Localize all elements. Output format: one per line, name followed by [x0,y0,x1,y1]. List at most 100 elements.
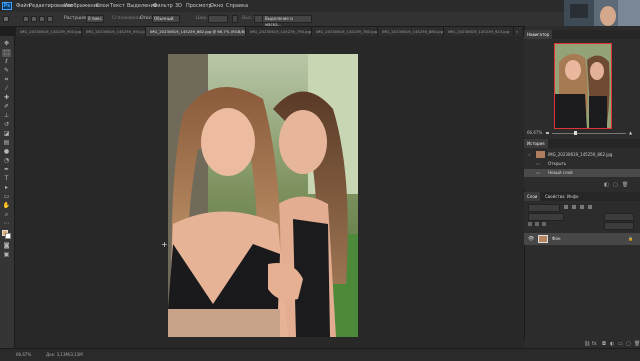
screen-mode-icon[interactable]: ▣ [2,251,11,259]
new-selection-icon[interactable] [23,16,29,22]
filter-pixel-icon[interactable] [564,205,568,209]
gradient-tool-icon[interactable]: ▤ [2,139,11,147]
tab-history[interactable]: История [524,139,548,148]
menu-file[interactable]: Файл [16,0,30,12]
menu-filter[interactable]: Фильтр [153,0,173,12]
brush-tool-icon[interactable]: ✐ [2,103,11,111]
status-zoom[interactable]: 66,67% [16,349,31,361]
new-group-icon[interactable]: ▭ [618,340,623,348]
eye-icon[interactable]: 👁 [528,233,534,245]
new-snapshot-icon[interactable]: ◧ [604,182,609,188]
quick-select-tool-icon[interactable]: ✎ [2,67,11,75]
crosshair-cursor-icon: + [161,240,168,249]
snapshot-brush-icon[interactable]: ✓ [528,150,531,159]
zoom-in-icon[interactable]: ▲ [629,129,632,137]
menu-3d[interactable]: 3D [175,0,182,12]
lock-icons [528,222,568,228]
blend-mode-select[interactable] [528,213,564,221]
lock-position-icon[interactable] [535,222,539,226]
menu-help[interactable]: Справка [226,0,248,12]
history-item-icon: ▭ [536,161,540,166]
adjustment-layer-icon[interactable]: ◐ [610,340,614,348]
quick-mask-icon[interactable]: ◙ [2,242,11,250]
menu-window[interactable]: Окно [210,0,223,12]
zoom-out-icon[interactable] [546,132,549,134]
marquee-tool-icon[interactable]: ⬚ [2,49,11,57]
navigator-panel-header: Навигатор [524,30,640,39]
opacity-input[interactable] [604,213,634,221]
fill-input[interactable] [604,222,634,230]
lasso-tool-icon[interactable]: ℓ [2,58,11,66]
more-tools-icon[interactable]: ⋯ [2,220,11,228]
lock-all-icon[interactable] [542,222,546,226]
tab-document-1[interactable]: IMG_20230619_145239_950.jpg [16,27,82,36]
shape-tool-icon[interactable]: ▭ [2,193,11,201]
document-image[interactable] [168,54,358,337]
path-select-tool-icon[interactable]: ▸ [2,184,11,192]
layer-filter-select[interactable] [528,204,560,212]
dodge-tool-icon[interactable]: ◔ [2,157,11,165]
tab-document-7[interactable]: IMG_20230619_145239_923.jpg [444,27,514,36]
filter-shape-icon[interactable] [588,205,592,209]
marquee-tool-icon[interactable] [3,16,9,22]
tab-document-5[interactable]: IMG_20230619_145239_780.jpg [312,27,378,36]
new-layer-icon[interactable]: ▢ [626,340,631,348]
tab-document-active[interactable]: IMG_20230619_145259_862.jpg @ 66,7% (RGB… [146,27,246,36]
navigator-preview[interactable] [554,43,612,129]
zoom-tool-icon[interactable]: ⌕ [2,211,11,219]
fx-icon[interactable]: fx [592,340,597,348]
pen-tool-icon[interactable]: ✒ [2,166,11,174]
tab-layers[interactable]: Слои [524,192,541,201]
menu-view[interactable]: Просмотр [186,0,212,12]
zoom-slider[interactable] [552,133,626,134]
layer-row-background[interactable]: 👁 Фон 🔒 [524,233,640,245]
hand-tool-icon[interactable]: ✋ [2,202,11,210]
history-snapshot-row[interactable]: ✓ IMG_20230619_145259_862.jpg [524,150,640,159]
subtract-selection-icon[interactable] [39,16,45,22]
new-document-icon[interactable]: ▢ [613,182,618,188]
eyedropper-tool-icon[interactable]: ⁄ [2,85,11,93]
history-panel-header: История [524,139,640,148]
menu-type[interactable]: Текст [110,0,125,12]
select-and-mask-button[interactable]: Выделение и маска... [262,15,312,27]
trash-icon[interactable]: 🗑 [622,182,628,188]
link-layers-icon[interactable]: ⛓ [584,340,590,348]
tab-navigator[interactable]: Навигатор [524,30,553,39]
history-item-active[interactable]: ▭ Новый слой [524,169,640,177]
history-item[interactable]: ▭ Открыть [524,160,640,168]
swap-dimensions-icon[interactable] [232,15,238,23]
filter-adjust-icon[interactable] [572,205,576,209]
tab-info[interactable]: Инфо [564,192,581,201]
width-input[interactable] [208,15,228,23]
move-tool-icon[interactable]: ✥ [2,40,11,48]
blur-tool-icon[interactable]: ● [2,148,11,156]
tab-document-2[interactable]: IMG_20230619_145239_950.jpg [82,27,146,36]
eraser-tool-icon[interactable]: ◪ [2,130,11,138]
tab-document-6[interactable]: IMG_20230619_145239_880.jpg [378,27,444,36]
crop-tool-icon[interactable]: ⌗ [2,76,11,84]
menu-layers[interactable]: Слои [96,0,109,12]
delete-layer-icon[interactable]: 🗑 [634,340,640,348]
tab-document-4[interactable]: IMG_20230619_145239_790.jpg [246,27,312,36]
intersect-selection-icon[interactable] [47,16,53,22]
navigator-thumbnail [555,44,611,128]
status-doc-size[interactable]: Док: 3,13M/3,13M [46,349,83,361]
style-select[interactable]: Обычный [152,15,180,23]
add-mask-icon[interactable]: ◘ [602,340,606,348]
healing-brush-tool-icon[interactable]: ✚ [2,94,11,102]
add-selection-icon[interactable] [31,16,37,22]
background-color-swatch[interactable] [5,233,11,239]
zoom-slider-handle[interactable] [574,131,577,135]
clone-stamp-tool-icon[interactable]: ⊥ [2,112,11,120]
history-item-icon: ▭ [536,170,540,175]
filter-type-icon[interactable] [580,205,584,209]
menu-image[interactable]: Изображение [64,0,100,12]
navigator-zoom-value[interactable]: 66,67% [527,129,542,137]
history-brush-tool-icon[interactable]: ↺ [2,121,11,129]
type-tool-icon[interactable]: T [2,175,11,183]
tabs-overflow-icon[interactable]: » [514,27,524,36]
feather-input[interactable]: 0 пикс. [86,15,104,23]
navigator-zoom-row: 66,67% ▲ [524,129,640,137]
document-tabs: IMG_20230619_145239_950.jpg IMG_20230619… [16,27,524,36]
lock-pixels-icon[interactable] [528,222,532,226]
